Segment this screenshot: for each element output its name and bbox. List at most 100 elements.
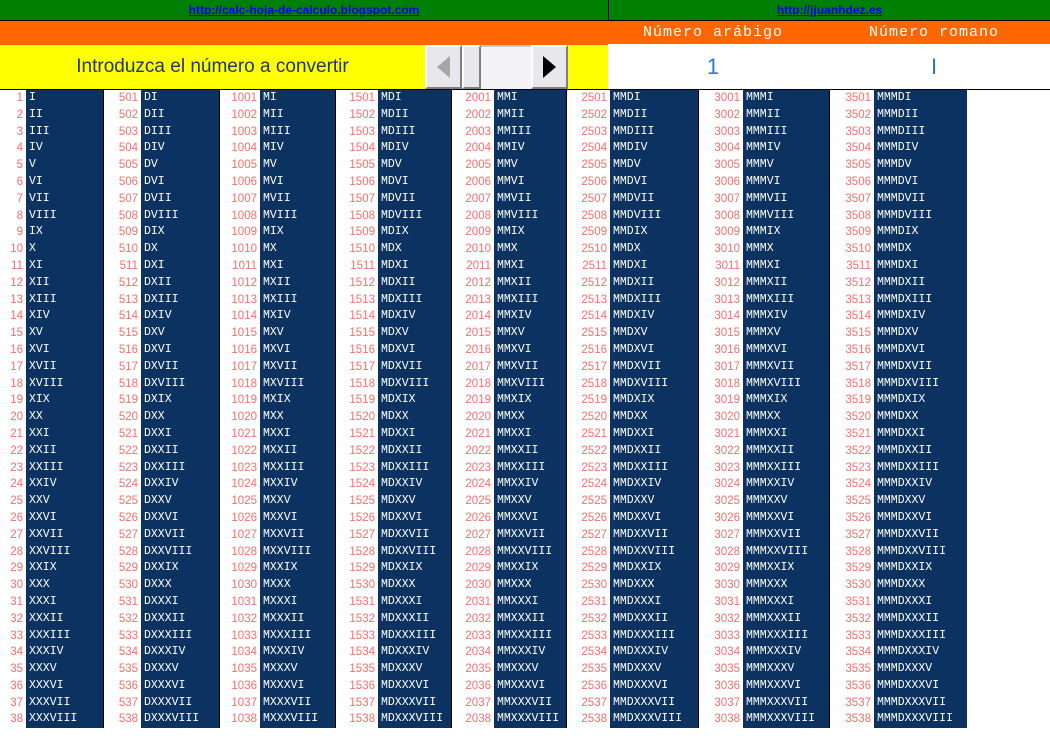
arabic-cell[interactable]: 1529 [336,560,378,578]
table-row[interactable]: 535 DXXXV [104,661,219,678]
arabic-cell[interactable]: 511 [104,257,141,275]
table-row[interactable]: 2517 MMDXVII [567,358,698,376]
table-row[interactable]: 3 III [0,123,103,141]
arabic-cell[interactable]: 6 [0,173,26,191]
roman-cell[interactable]: MMIII [494,123,566,141]
roman-cell[interactable]: MMDXXVI [610,509,698,527]
table-row[interactable]: 2537 MMDXXXVII [567,694,698,712]
arabic-cell[interactable]: 2509 [567,224,610,242]
arabic-cell[interactable]: 1517 [336,358,378,376]
roman-cell[interactable]: MMMIII [743,123,829,141]
roman-cell[interactable]: MMXXXV [494,661,566,678]
table-row[interactable]: 2023 MMXXIII [452,459,566,477]
arabic-cell[interactable]: 3024 [699,476,743,494]
table-row[interactable]: 516 DXVI [104,341,219,359]
arabic-cell[interactable]: 1021 [220,425,260,443]
table-row[interactable]: 16 XVI [0,341,103,359]
arabic-cell[interactable]: 2022 [452,442,494,460]
roman-cell[interactable]: MIII [260,123,335,141]
roman-cell[interactable]: MMDXX [610,409,698,426]
arabic-cell[interactable]: 3507 [830,190,874,208]
table-row[interactable]: 508 DVIII [104,207,219,225]
table-row[interactable]: 2003 MMIII [452,123,566,141]
arabic-cell[interactable]: 3533 [830,627,874,645]
table-row[interactable]: 8 VIII [0,207,103,225]
arabic-cell[interactable]: 518 [104,375,141,393]
roman-cell[interactable]: MDIII [378,123,451,141]
roman-cell[interactable]: MMMII [743,106,829,124]
roman-cell[interactable]: DXVII [141,358,219,376]
arabic-cell[interactable]: 2025 [452,493,494,510]
arabic-cell[interactable]: 4 [0,140,26,158]
table-row[interactable]: 1504 MDIV [336,140,451,158]
table-row[interactable]: 1I [0,90,103,107]
roman-cell[interactable]: IV [26,140,103,158]
table-row[interactable]: 3033 MMMXXXIII [699,627,829,645]
table-row[interactable]: 32 XXXII [0,610,103,628]
arabic-cell[interactable]: 3003 [699,123,743,141]
table-row[interactable]: 1031 MXXXI [220,593,335,611]
arabic-cell[interactable]: 1013 [220,291,260,309]
table-row[interactable]: 17 XVII [0,358,103,376]
roman-cell[interactable]: MMDVI [610,173,698,191]
table-row[interactable]: 3015 MMMXV [699,325,829,342]
table-row[interactable]: 3506 MMMDVI [830,173,967,191]
table-row[interactable]: 2535 MMDXXXV [567,661,698,678]
arabic-cell[interactable]: 3525 [830,493,874,510]
table-row[interactable]: 514 DXIV [104,308,219,326]
roman-cell[interactable]: MMDXXXVI [610,677,698,695]
roman-cell[interactable]: MMMX [743,241,829,258]
arabic-cell[interactable]: 22 [0,442,26,460]
table-row[interactable]: 3536 MMMDXXXVI [830,677,967,695]
arabic-cell[interactable]: 3503 [830,123,874,141]
roman-cell[interactable]: MDXVII [378,358,451,376]
table-row[interactable]: 1010 MX [220,241,335,258]
roman-cell[interactable]: MDXXIV [378,476,451,494]
roman-cell[interactable]: MMXXXVII [494,694,566,712]
roman-cell[interactable]: MMDXVI [610,341,698,359]
table-row[interactable]: 1501 MDI [336,90,451,107]
arabic-cell[interactable]: 1506 [336,173,378,191]
table-row[interactable]: 3520 MMMDXX [830,409,967,426]
roman-cell[interactable]: MMDIV [610,140,698,158]
roman-cell[interactable]: MMDIX [610,224,698,242]
table-row[interactable]: 1002 MII [220,106,335,124]
arabic-cell[interactable]: 8 [0,207,26,225]
table-row[interactable]: 2533 MMDXXXIII [567,627,698,645]
arabic-cell[interactable]: 1509 [336,224,378,242]
arabic-cell[interactable]: 3532 [830,610,874,628]
arabic-cell[interactable]: 3535 [830,661,874,678]
roman-cell[interactable]: XXIX [26,560,103,578]
table-row[interactable]: 38 XXXVIII [0,711,103,729]
arabic-cell[interactable]: 3006 [699,173,743,191]
table-row[interactable]: 3003 MMMIII [699,123,829,141]
arabic-cell[interactable]: 2001 [452,90,494,107]
table-row[interactable]: 2523 MMDXXIII [567,459,698,477]
table-row[interactable]: 1503 MDIII [336,123,451,141]
roman-cell[interactable]: MMMV [743,157,829,174]
roman-cell[interactable]: MMMDXXVI [874,509,967,527]
arabic-cell[interactable]: 2513 [567,291,610,309]
arabic-cell[interactable]: 522 [104,442,141,460]
table-row[interactable]: 3530 MMMDXXX [830,577,967,594]
table-row[interactable]: 2025 MMXXV [452,493,566,510]
table-row[interactable]: 13 XIII [0,291,103,309]
table-row[interactable]: 504 DIV [104,140,219,158]
arabic-cell[interactable]: 502 [104,106,141,124]
arabic-cell[interactable]: 2512 [567,274,610,292]
roman-cell[interactable]: VIII [26,207,103,225]
roman-cell[interactable]: MVIII [260,207,335,225]
table-row[interactable]: 3020 MMMXX [699,409,829,426]
table-row[interactable]: 1018 MXVIII [220,375,335,393]
roman-cell[interactable]: DXXXVII [141,694,219,712]
table-row[interactable]: 3010 MMMX [699,241,829,258]
arabic-cell[interactable]: 1518 [336,375,378,393]
roman-cell[interactable]: MMDX [610,241,698,258]
roman-cell[interactable]: MMXIII [494,291,566,309]
arabic-cell[interactable]: 2028 [452,543,494,561]
table-row[interactable]: 2007 MMVII [452,190,566,208]
roman-cell[interactable]: MMMXXXVI [743,677,829,695]
roman-cell[interactable]: MMMDXXXV [874,661,967,678]
arabic-cell[interactable]: 2034 [452,644,494,662]
arabic-cell[interactable]: 3521 [830,425,874,443]
